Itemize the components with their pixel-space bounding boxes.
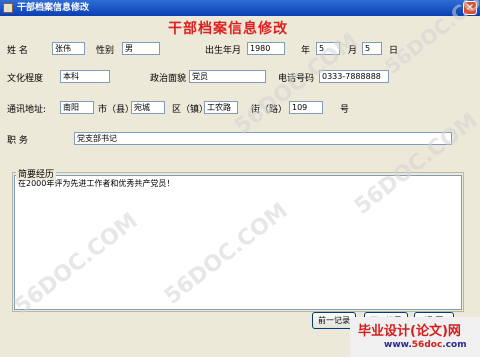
phone-label: 电话号码 bbox=[278, 74, 315, 84]
district-label: 区（镇） bbox=[172, 105, 209, 115]
gender-field[interactable]: 男 bbox=[122, 42, 160, 55]
education-label: 文化程度 bbox=[7, 74, 44, 84]
resume-caption: 简要经历 bbox=[16, 167, 57, 180]
next-record-button[interactable]: 下一记录 bbox=[364, 312, 408, 329]
month-label: 月 bbox=[348, 46, 358, 56]
app-icon bbox=[3, 3, 13, 13]
position-label: 职 务 bbox=[7, 136, 28, 146]
street-field[interactable]: 工农路 bbox=[204, 101, 238, 114]
name-field[interactable]: 张伟 bbox=[52, 42, 85, 55]
name-label: 姓 名 bbox=[7, 46, 28, 56]
number-label: 号 bbox=[340, 105, 350, 115]
number-field[interactable]: 109 bbox=[289, 101, 323, 114]
form-heading: 干部档案信息修改 bbox=[168, 21, 288, 37]
birth-year-field[interactable]: 1980 bbox=[247, 42, 285, 55]
birth-label: 出生年月 bbox=[205, 46, 242, 56]
street-label: 街（路） bbox=[251, 105, 288, 115]
position-field[interactable]: 党支部书记 bbox=[74, 132, 452, 145]
resume-memo[interactable]: 在2000年评为先进工作者和优秀共产党员！ bbox=[14, 175, 462, 310]
phone-field[interactable]: 0333-7888888 bbox=[319, 70, 389, 83]
gender-label: 性别 bbox=[96, 46, 115, 56]
window-title: 干部档案信息修改 bbox=[17, 3, 90, 13]
city-field[interactable]: 南阳 bbox=[60, 101, 94, 114]
education-field[interactable]: 本科 bbox=[60, 70, 110, 83]
political-field[interactable]: 党员 bbox=[189, 70, 266, 83]
prev-record-button[interactable]: 前一记录 bbox=[312, 312, 356, 329]
address-label: 通讯地址: bbox=[7, 105, 47, 115]
back-button[interactable]: 返 回 bbox=[414, 312, 454, 329]
window-titlebar: 干部档案信息修改 × bbox=[0, 0, 480, 16]
birth-day-field[interactable]: 5 bbox=[362, 42, 382, 55]
day-label: 日 bbox=[389, 46, 399, 56]
year-label: 年 bbox=[301, 46, 311, 56]
close-button[interactable]: × bbox=[463, 1, 477, 15]
city-label: 市（县） bbox=[98, 105, 135, 115]
form-client-area: 干部档案信息修改 姓 名 张伟 性别 男 出生年月 1980 年 5 月 5 日… bbox=[0, 16, 480, 357]
district-field[interactable]: 宛城 bbox=[131, 101, 165, 114]
political-label: 政治面貌 bbox=[150, 74, 187, 84]
birth-month-field[interactable]: 5 bbox=[316, 42, 340, 55]
